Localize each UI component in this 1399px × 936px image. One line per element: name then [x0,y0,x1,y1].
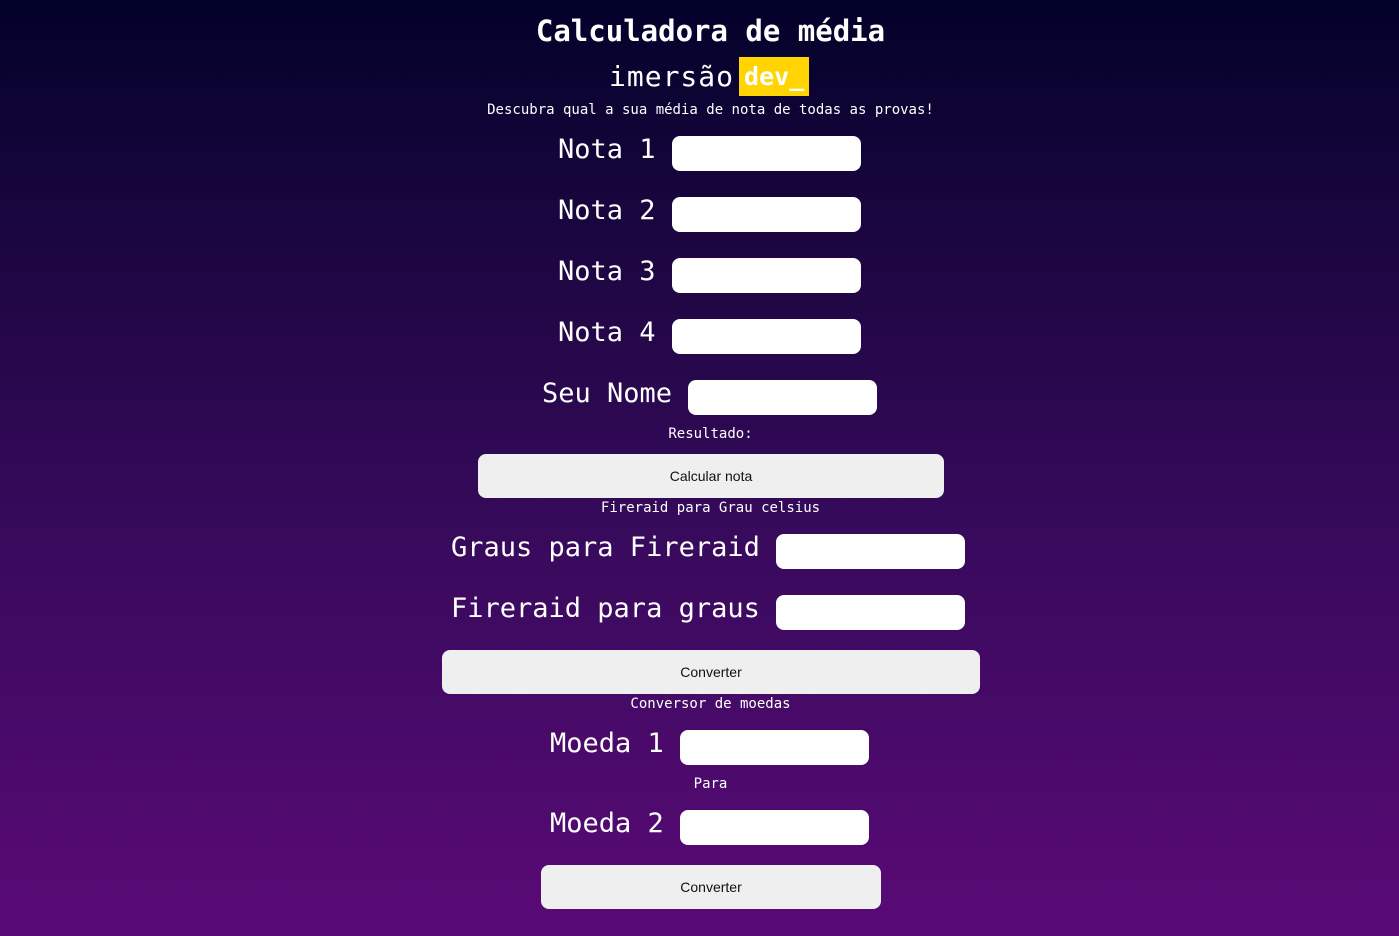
moeda-1-input[interactable] [679,729,869,765]
converter-currency-button[interactable]: Converter [541,865,881,909]
nota-1-input[interactable] [671,135,861,171]
nota-3-label: Nota 3 [558,255,656,287]
nota-4-input[interactable] [671,318,861,354]
temperature-section-heading: Fireraid para Grau celsius [600,500,821,516]
nota-1-row: Nota 1 [558,133,861,171]
graus-para-fireraid-row: Graus para Fireraid [451,531,965,569]
nota-2-label: Nota 2 [558,194,656,226]
nota-2-row: Nota 2 [558,194,861,232]
seu-nome-row: Seu Nome [542,377,878,415]
logo-imersao-text: imersão [609,59,735,93]
converter-temperature-button[interactable]: Converter [442,650,980,694]
fireraid-para-graus-label: Fireraid para graus [451,592,760,624]
moeda-2-input[interactable] [679,809,869,845]
fireraid-para-graus-input[interactable] [775,594,965,630]
seu-nome-input[interactable] [688,379,878,415]
currency-section-heading: Conversor de moedas [630,696,791,712]
seu-nome-label: Seu Nome [542,377,673,409]
page-title: Calculadora de média [535,14,886,48]
calcular-nota-button[interactable]: Calcular nota [478,454,944,498]
graus-para-fireraid-input[interactable] [775,533,965,569]
page-subtitle: Descubra qual a sua média de nota de tod… [487,102,934,118]
moeda-1-row: Moeda 1 [550,727,869,765]
para-label: Para [693,776,728,792]
nota-2-input[interactable] [671,196,861,232]
nota-3-input[interactable] [671,257,861,293]
logo-dev-badge: dev_ [739,56,810,96]
nota-4-label: Nota 4 [558,316,656,348]
page: Calculadora de média imersão dev_ Descub… [0,0,1399,936]
moeda-2-row: Moeda 2 [550,807,869,845]
imersao-dev-logo: imersão dev_ [609,56,810,96]
moeda-2-label: Moeda 2 [550,807,664,839]
fireraid-para-graus-row: Fireraid para graus [451,592,965,630]
nota-3-row: Nota 3 [558,255,861,293]
moeda-1-label: Moeda 1 [550,727,664,759]
nota-4-row: Nota 4 [558,316,861,354]
nota-1-label: Nota 1 [558,133,656,165]
graus-para-fireraid-label: Graus para Fireraid [451,531,760,563]
resultado-label: Resultado: [668,426,753,442]
